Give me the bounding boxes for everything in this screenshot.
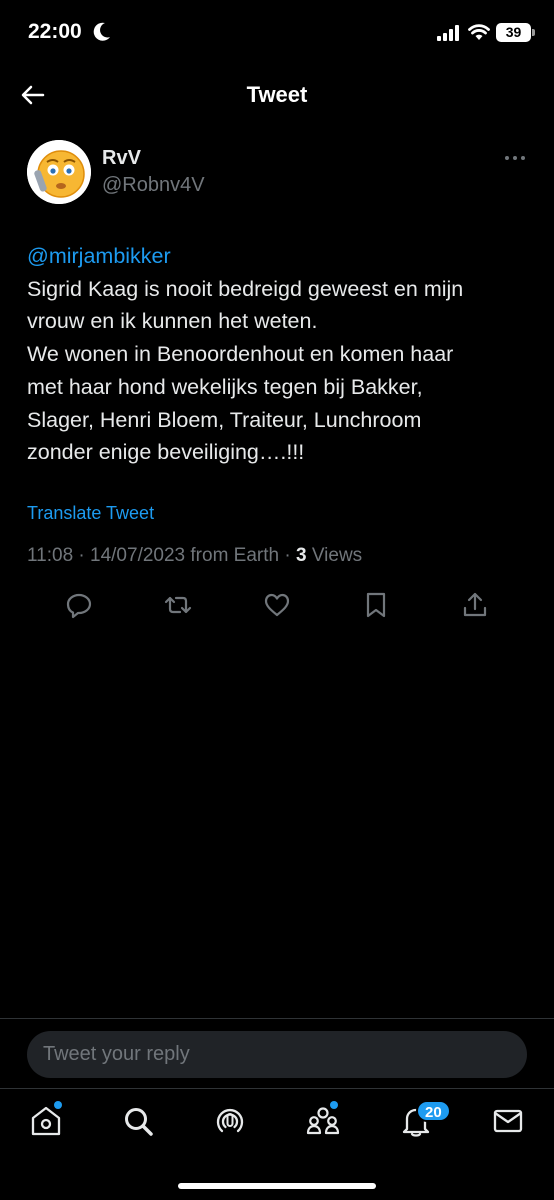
home-indicator[interactable] [178, 1183, 376, 1189]
messages-icon[interactable] [490, 1103, 526, 1139]
notifications-badge: 20 [416, 1100, 451, 1122]
moon-icon [93, 22, 110, 41]
status-bar: 22:00 39 [0, 0, 554, 64]
author-name[interactable]: RvV [102, 147, 141, 170]
battery-cap [532, 29, 535, 36]
battery-indicator: 39 [496, 23, 531, 42]
divider [0, 1018, 554, 1019]
header: Tweet [0, 64, 554, 124]
views-count[interactable]: 3 [296, 545, 307, 566]
search-icon[interactable] [120, 1103, 156, 1139]
emoji-avatar-image [27, 140, 91, 204]
status-time: 22:00 [28, 20, 82, 43]
page-title: Tweet [246, 82, 308, 107]
tweet-meta: 11:08 · 14/07/2023 from Earth · 3 Views [27, 545, 362, 567]
tweet-line: met haar hond wekelijks tegen bij Bakker… [27, 374, 423, 399]
avatar[interactable] [27, 140, 91, 204]
views-label: Views [306, 545, 363, 566]
translate-tweet-link[interactable]: Translate Tweet [27, 503, 154, 524]
tweet-actions [0, 590, 554, 620]
author-handle[interactable]: @Robnv4V [102, 174, 205, 197]
share-icon[interactable] [460, 590, 490, 620]
wifi-icon [468, 24, 490, 40]
tweet-line: zonder enige beveiliging….!!! [27, 440, 305, 465]
bookmark-icon[interactable] [361, 590, 391, 620]
communities-notification-dot [330, 1101, 338, 1109]
tweet-line: Slager, Henri Bloem, Traiteur, Lunchroom [27, 407, 422, 432]
like-icon[interactable] [262, 590, 292, 620]
tweet-line: Sigrid Kaag is nooit bedreigd geweest en… [27, 276, 464, 301]
reply-input[interactable] [27, 1031, 527, 1078]
cellular-signal-icon [437, 25, 459, 41]
tweet-line: We wonen in Benoordenhout en komen haar [27, 342, 454, 367]
home-notification-dot [54, 1101, 62, 1109]
tweet-text: @mirjambikker Sigrid Kaag is nooit bedre… [27, 240, 532, 469]
more-options-icon[interactable] [502, 148, 528, 168]
mention-link[interactable]: @mirjambikker [27, 240, 532, 273]
divider [0, 1088, 554, 1089]
tweet-line: vrouw en ik kunnen het weten. [27, 309, 318, 334]
reply-icon[interactable] [64, 590, 94, 620]
spaces-icon[interactable] [212, 1103, 248, 1139]
retweet-icon[interactable] [163, 590, 193, 620]
tweet-timestamp: 11:08 · 14/07/2023 from Earth · [27, 545, 296, 566]
